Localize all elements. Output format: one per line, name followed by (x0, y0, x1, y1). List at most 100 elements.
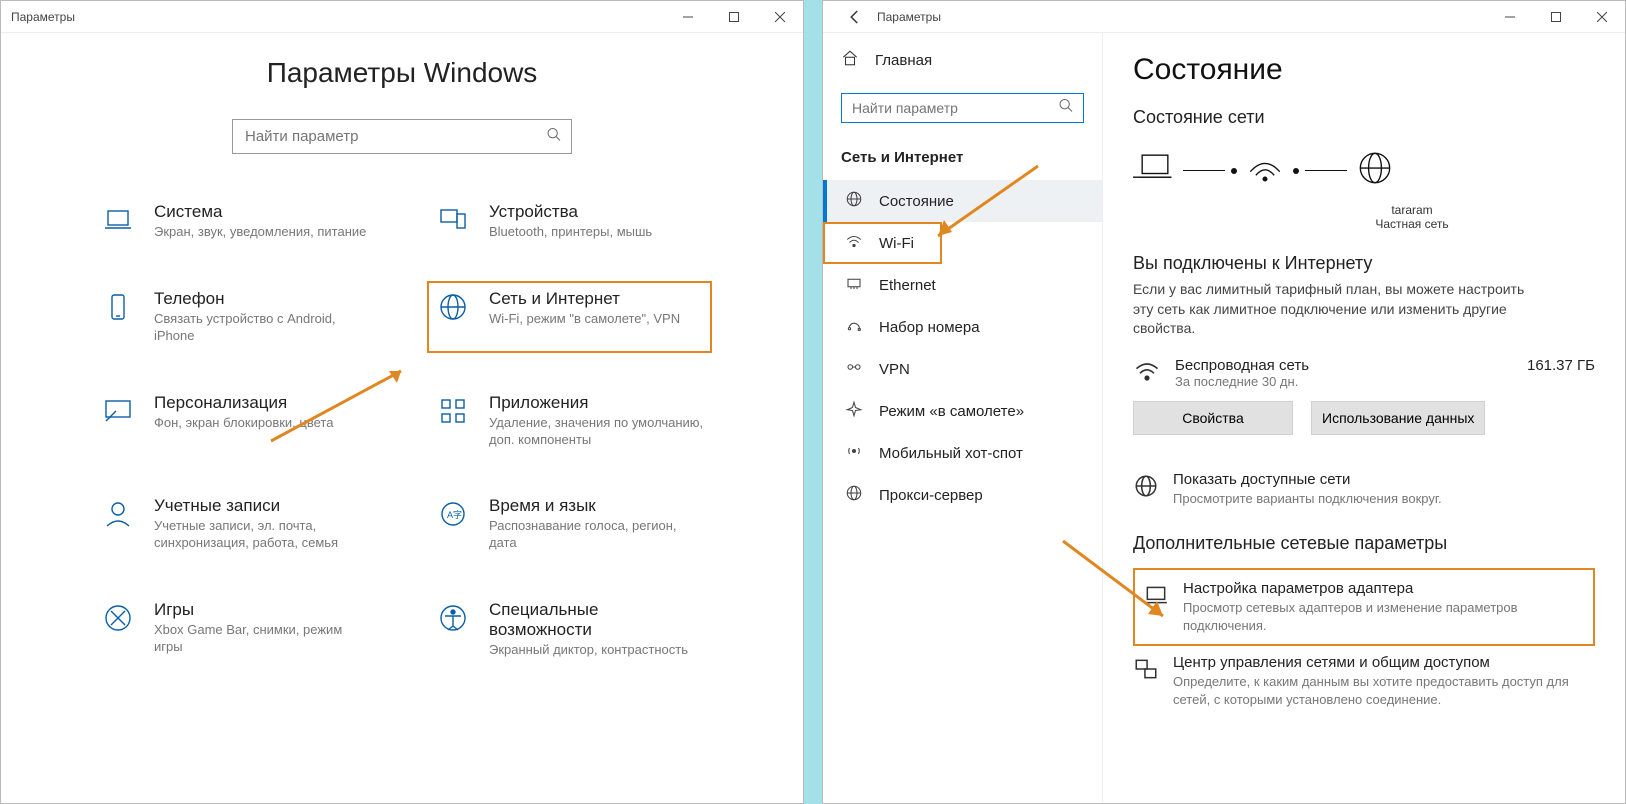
sidebar-section-label: Сеть и Интернет (823, 141, 1102, 180)
category-account[interactable]: Учетные записиУчетные записи, эл. почта,… (92, 488, 377, 560)
sidebar-item-label: Состояние (879, 193, 954, 210)
sidebar-item-label: Ethernet (879, 277, 936, 294)
sidebar: Главная Сеть и Интернет Состояние Wi-Fi Et… (823, 33, 1103, 803)
adapter-settings-link[interactable]: Настройка параметров адаптера Просмотр с… (1133, 568, 1595, 646)
sharing-center-link[interactable]: Центр управления сетями и общим доступом… (1133, 646, 1595, 716)
category-desc: Распознавание голоса, регион, дата (489, 518, 704, 552)
sidebar-item-hotspot[interactable]: Мобильный хот-спот (823, 432, 1102, 474)
sharing-icon (1133, 656, 1159, 682)
usage-name: Беспроводная сеть (1175, 357, 1309, 374)
category-title: Специальные возможности (489, 600, 704, 640)
sidebar-item-dialup[interactable]: Набор номера (823, 306, 1102, 348)
adapter-icon (1143, 582, 1169, 608)
ethernet-icon (845, 274, 863, 296)
sidebar-item-label: Набор номера (879, 319, 980, 336)
category-desc: Xbox Game Bar, снимки, режим игры (154, 622, 369, 656)
sidebar-search-input[interactable] (841, 93, 1084, 123)
available-networks-link[interactable]: Показать доступные сети Просмотрите вари… (1133, 463, 1595, 516)
airplane-icon (845, 400, 863, 422)
sidebar-item-label: Режим «в самолете» (879, 403, 1024, 420)
connected-desc: Если у вас лимитный тарифный план, вы мо… (1133, 280, 1543, 339)
category-apps[interactable]: ПриложенияУдаление, значения по умолчани… (427, 385, 712, 457)
svg-text:A字: A字 (447, 509, 462, 520)
category-title: Система (154, 202, 366, 222)
search-icon (1058, 98, 1074, 119)
sidebar-item-ethernet[interactable]: Ethernet (823, 264, 1102, 306)
close-button[interactable] (757, 1, 803, 33)
laptop-icon (1133, 146, 1177, 195)
home-icon (841, 49, 859, 71)
sidebar-item-label: Мобильный хот-спот (879, 445, 1023, 462)
connected-title: Вы подключены к Интернету (1133, 253, 1595, 274)
search-input[interactable] (232, 119, 572, 154)
sidebar-item-globe-proxy[interactable]: Прокси-сервер (823, 474, 1102, 516)
category-desc: Wi-Fi, режим "в самолете", VPN (489, 311, 680, 328)
personalize-icon (100, 393, 136, 429)
apps-icon (435, 393, 471, 429)
category-title: Устройства (489, 202, 652, 222)
usage-row: Беспроводная сеть За последние 30 дн. 16… (1133, 357, 1595, 389)
hotspot-icon (845, 442, 863, 464)
category-laptop[interactable]: Система Экран, звук, уведомления, питание (92, 194, 377, 249)
games-icon (100, 600, 136, 636)
access-icon (435, 600, 471, 636)
sidebar-item-vpn[interactable]: VPN (823, 348, 1102, 390)
globe-icon (1133, 473, 1159, 499)
category-desc: Учетные записи, эл. почта, синхронизация… (154, 518, 369, 552)
minimize-button[interactable] (1487, 1, 1533, 33)
maximize-button[interactable] (711, 1, 757, 33)
page-heading: Параметры Windows (267, 57, 538, 89)
usage-period: За последние 30 дн. (1175, 374, 1309, 389)
category-desc: Удаление, значения по умолчанию, доп. ко… (489, 415, 704, 449)
vpn-icon (845, 358, 863, 380)
window-title: Параметры (11, 10, 665, 24)
diagram-caption: tararam Частная сеть (1229, 203, 1595, 231)
globe-status-icon (845, 190, 863, 212)
sidebar-item-label: Главная (875, 52, 932, 69)
sidebar-item-wifi[interactable]: Wi-Fi (823, 222, 942, 264)
globe-icon (1353, 146, 1397, 195)
sidebar-item-label: Wi-Fi (879, 235, 914, 252)
time-icon: A字 (435, 496, 471, 532)
category-desc: Экранный диктор, контрастность (489, 642, 704, 659)
category-games[interactable]: ИгрыXbox Game Bar, снимки, режим игры (92, 592, 377, 667)
category-desc: Фон, экран блокировки, цвета (154, 415, 333, 432)
categories-grid: Система Экран, звук, уведомления, питание… (92, 194, 712, 667)
sidebar-item-airplane[interactable]: Режим «в самолете» (823, 390, 1102, 432)
sidebar-nav: Состояние Wi-Fi Ethernet Набор номера VPN Реж… (823, 180, 1102, 516)
globe-icon (435, 289, 471, 325)
category-desc: Экран, звук, уведомления, питание (154, 224, 366, 241)
settings-main-window: Параметры Параметры Windows Система Экран… (0, 0, 804, 804)
category-desc: Связать устройство с Android, iPhone (154, 311, 369, 345)
category-time[interactable]: A字 Время и языкРаспознавание голоса, реги… (427, 488, 712, 560)
category-globe[interactable]: Сеть и ИнтернетWi-Fi, режим "в самолете"… (427, 281, 712, 353)
close-button[interactable] (1579, 1, 1625, 33)
sidebar-item-home[interactable]: Главная (823, 39, 1102, 81)
category-title: Время и язык (489, 496, 704, 516)
properties-button[interactable]: Свойства (1133, 401, 1293, 435)
category-access[interactable]: Специальные возможности Экранный диктор, … (427, 592, 712, 667)
search-icon (546, 126, 562, 147)
sidebar-item-globe-status[interactable]: Состояние (823, 180, 1102, 222)
settings-network-window: Параметры Главная Сеть и Интернет Состоя… (822, 0, 1626, 804)
main-content: Состояние Состояние сети tararam Частная… (1103, 33, 1625, 803)
account-icon (100, 496, 136, 532)
sidebar-item-label: VPN (879, 361, 910, 378)
category-title: Персонализация (154, 393, 333, 413)
dialup-icon (845, 316, 863, 338)
advanced-heading: Дополнительные сетевые параметры (1133, 533, 1595, 554)
category-devices[interactable]: Устройства Bluetooth, принтеры, мышь (427, 194, 712, 249)
category-title: Приложения (489, 393, 704, 413)
category-title: Игры (154, 600, 369, 620)
data-usage-button[interactable]: Использование данных (1311, 401, 1485, 435)
category-title: Телефон (154, 289, 369, 309)
category-desc: Bluetooth, принтеры, мышь (489, 224, 652, 241)
category-personalize[interactable]: Персонализация Фон, экран блокировки, цве… (92, 385, 377, 457)
category-phone[interactable]: ТелефонСвязать устройство с Android, iPh… (92, 281, 377, 353)
minimize-button[interactable] (665, 1, 711, 33)
devices-icon (435, 202, 471, 238)
category-title: Учетные записи (154, 496, 369, 516)
sidebar-item-label: Прокси-сервер (879, 487, 983, 504)
globe-proxy-icon (845, 484, 863, 506)
maximize-button[interactable] (1533, 1, 1579, 33)
